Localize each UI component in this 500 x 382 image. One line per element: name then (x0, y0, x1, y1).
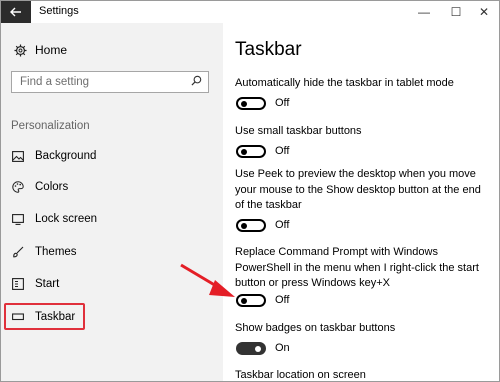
toggle-knob (241, 298, 247, 304)
toggle-state-label: Off (275, 97, 290, 109)
sidebar-item-background[interactable]: Background (11, 146, 211, 166)
section-heading: Personalization (11, 120, 90, 132)
title-bar: Settings — ☐ ✕ (1, 1, 499, 23)
back-button[interactable] (1, 1, 31, 23)
peek-toggle[interactable] (236, 219, 266, 232)
setting-label-auto-hide: Automatically hide the taskbar in tablet… (235, 77, 454, 89)
auto-hide-toggle[interactable] (236, 97, 266, 110)
settings-window: Settings — ☐ ✕ Home Find a setting Perso… (0, 0, 500, 382)
sidebar-item-themes[interactable]: Themes (11, 242, 211, 262)
sidebar-item-label: Background (35, 150, 97, 162)
maximize-button[interactable]: ☐ (441, 1, 471, 23)
minimize-button[interactable]: — (409, 1, 439, 23)
picture-icon (11, 149, 25, 163)
gear-icon (13, 43, 27, 57)
badges-toggle[interactable] (236, 342, 266, 355)
sidebar-item-label: Start (35, 278, 60, 290)
sidebar-item-lock-screen[interactable]: Lock screen (11, 209, 211, 229)
main-content: Taskbar Automatically hide the taskbar i… (223, 23, 499, 381)
setting-label-badges: Show badges on taskbar buttons (235, 322, 396, 334)
toggle-state-label: On (275, 342, 290, 354)
setting-label-small-buttons: Use small taskbar buttons (235, 125, 362, 137)
start-menu-icon (11, 277, 25, 291)
monitor-icon (11, 212, 25, 226)
powershell-toggle[interactable] (236, 294, 266, 307)
toggle-state-label: Off (275, 219, 290, 231)
search-placeholder: Find a setting (20, 76, 90, 88)
palette-icon (11, 180, 25, 194)
toggle-state-label: Off (275, 145, 290, 157)
toggle-knob (241, 223, 247, 229)
toggle-knob (241, 101, 247, 107)
sidebar-item-label: Colors (35, 181, 69, 193)
back-arrow-icon (10, 7, 21, 17)
close-button[interactable]: ✕ (469, 1, 499, 23)
home-label: Home (35, 43, 68, 57)
sidebar-item-colors[interactable]: Colors (11, 177, 211, 197)
setting-label-peek: Use Peek to preview the desktop when you… (235, 168, 481, 211)
toggle-knob (255, 346, 261, 352)
sidebar-item-label: Lock screen (35, 213, 98, 225)
search-icon (191, 75, 202, 89)
window-title: Settings (39, 5, 79, 17)
brush-icon (11, 245, 25, 259)
sidebar: Home Find a setting Personalization Back… (1, 23, 223, 381)
small-buttons-toggle[interactable] (236, 145, 266, 158)
toggle-state-label: Off (275, 294, 290, 306)
home-nav-item[interactable]: Home (13, 43, 67, 57)
selected-item-highlight (4, 303, 85, 330)
setting-label-location: Taskbar location on screen (235, 369, 366, 381)
toggle-knob (241, 149, 247, 155)
sidebar-item-label: Themes (35, 246, 77, 258)
annotation-arrow (180, 263, 235, 297)
setting-label-powershell: Replace Command Prompt with Windows Powe… (235, 246, 479, 289)
page-title: Taskbar (235, 39, 302, 60)
search-input[interactable]: Find a setting (11, 71, 209, 93)
